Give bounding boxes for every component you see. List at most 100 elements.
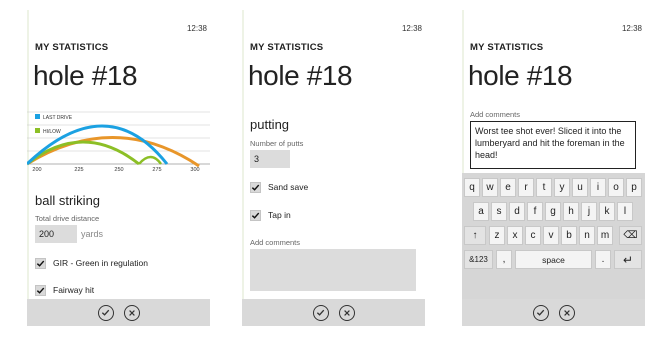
key-t[interactable]: t [536,178,552,197]
comments-input[interactable] [250,249,416,291]
on-screen-keyboard: q w e r t y u i o p a s d f g h j k l ↑ … [462,173,645,299]
space-key[interactable]: space [515,250,592,269]
checkmark-icon [251,184,260,191]
key-s[interactable]: s [491,202,507,221]
app-title: MY STATISTICS [35,42,109,53]
comments-label: Add comments [470,110,521,119]
enter-key[interactable]: ↵ [614,250,642,269]
page-title: hole #18 [248,60,353,91]
putts-label: Number of putts [250,139,304,148]
legend-label-hi-low: HI/LOW [43,129,61,135]
cancel-button[interactable] [558,304,575,321]
section-title: ball striking [35,193,101,208]
status-clock: 12:38 [401,24,422,33]
shift-key[interactable]: ↑ [464,226,486,245]
key-r[interactable]: r [518,178,534,197]
page-title: hole #18 [468,60,573,91]
key-z[interactable]: z [489,226,505,245]
ok-button[interactable] [312,304,329,321]
checkmark-icon [36,260,45,267]
gir-checkbox-row[interactable]: GIR - Green in regulation [35,256,148,270]
fairway-checkbox-row[interactable]: Fairway hit [35,283,94,297]
close-circle-icon [128,309,135,316]
key-c[interactable]: c [525,226,541,245]
legend-swatch-last-drive [35,114,40,119]
key-b[interactable]: b [561,226,577,245]
cancel-button[interactable] [338,304,355,321]
app-bar [242,299,425,326]
ok-button[interactable] [532,304,549,321]
key-j[interactable]: j [581,202,597,221]
legend-label-last-drive: LAST DRIVE [43,115,73,121]
sand-save-label: Sand save [268,182,309,192]
tap-in-checkbox-row[interactable]: Tap in [250,208,291,222]
key-i[interactable]: i [590,178,606,197]
x-tick-label: 300 [190,167,199,172]
x-tick-label: 200 [32,167,41,172]
arc-green-small [138,155,162,165]
check-circle-icon [316,309,325,316]
key-g[interactable]: g [545,202,561,221]
checkmark-icon [251,212,260,219]
key-m[interactable]: m [597,226,613,245]
arc-green [27,140,140,166]
key-f[interactable]: f [527,202,543,221]
tap-in-checkbox[interactable] [250,209,261,221]
close-circle-icon [563,309,570,316]
x-tick-label: 225 [74,167,83,172]
screen-putting: 12:38 MY STATISTICS hole #18 putting Num… [242,10,425,326]
key-o[interactable]: o [608,178,624,197]
key-comma[interactable]: , [496,250,512,269]
drive-chart: LAST DRIVE HI/LOW 200 225 250 275 300 [27,111,210,172]
key-l[interactable]: l [617,202,633,221]
sand-save-checkbox-row[interactable]: Sand save [250,180,308,194]
close-circle-icon [343,309,350,316]
putts-input[interactable]: 3 [250,150,290,168]
x-tick-label: 275 [152,167,161,172]
key-p[interactable]: p [626,178,642,197]
app-bar [27,299,210,326]
checkmark-icon [36,287,45,294]
key-period[interactable]: . [595,250,611,269]
page-title: hole #18 [33,60,138,91]
fairway-checkbox[interactable] [35,284,46,296]
key-u[interactable]: u [572,178,588,197]
key-y[interactable]: y [554,178,570,197]
key-a[interactable]: a [473,202,489,221]
key-w[interactable]: w [482,178,498,197]
sand-save-checkbox[interactable] [250,181,261,193]
ok-button[interactable] [97,304,114,321]
key-x[interactable]: x [507,226,523,245]
key-e[interactable]: e [500,178,516,197]
fairway-label: Fairway hit [53,285,95,295]
app-title: MY STATISTICS [250,42,324,53]
key-k[interactable]: k [599,202,615,221]
key-d[interactable]: d [509,202,525,221]
app-title: MY STATISTICS [470,42,544,53]
screen-ball-striking: 12:38 MY STATISTICS hole #18 LAST DRIVE … [27,10,210,326]
screen-comments: 12:38 MY STATISTICS hole #18 Add comment… [462,10,645,326]
drive-units-label: yards [81,229,104,239]
symbols-key[interactable]: &123 [464,250,493,269]
key-v[interactable]: v [543,226,559,245]
key-q[interactable]: q [464,178,480,197]
drive-distance-input[interactable]: 200 [35,225,77,243]
cancel-button[interactable] [123,304,140,321]
comments-label: Add comments [250,238,301,247]
drive-distance-label: Total drive distance [35,214,100,223]
section-title: putting [250,117,290,132]
status-clock: 12:38 [186,24,207,33]
check-circle-icon [101,309,110,316]
app-bar [462,299,645,326]
key-h[interactable]: h [563,202,579,221]
key-n[interactable]: n [579,226,595,245]
legend-swatch-hi-low [35,128,40,133]
comments-input[interactable]: Worst tee shot ever! Sliced it into the … [470,121,636,169]
tap-in-label: Tap in [268,210,291,220]
x-tick-label: 250 [114,167,123,172]
gir-checkbox[interactable] [35,257,46,269]
status-clock: 12:38 [621,24,642,33]
backspace-key[interactable]: ⌫ [619,226,642,245]
check-circle-icon [536,309,545,316]
gir-label: GIR - Green in regulation [53,258,148,268]
